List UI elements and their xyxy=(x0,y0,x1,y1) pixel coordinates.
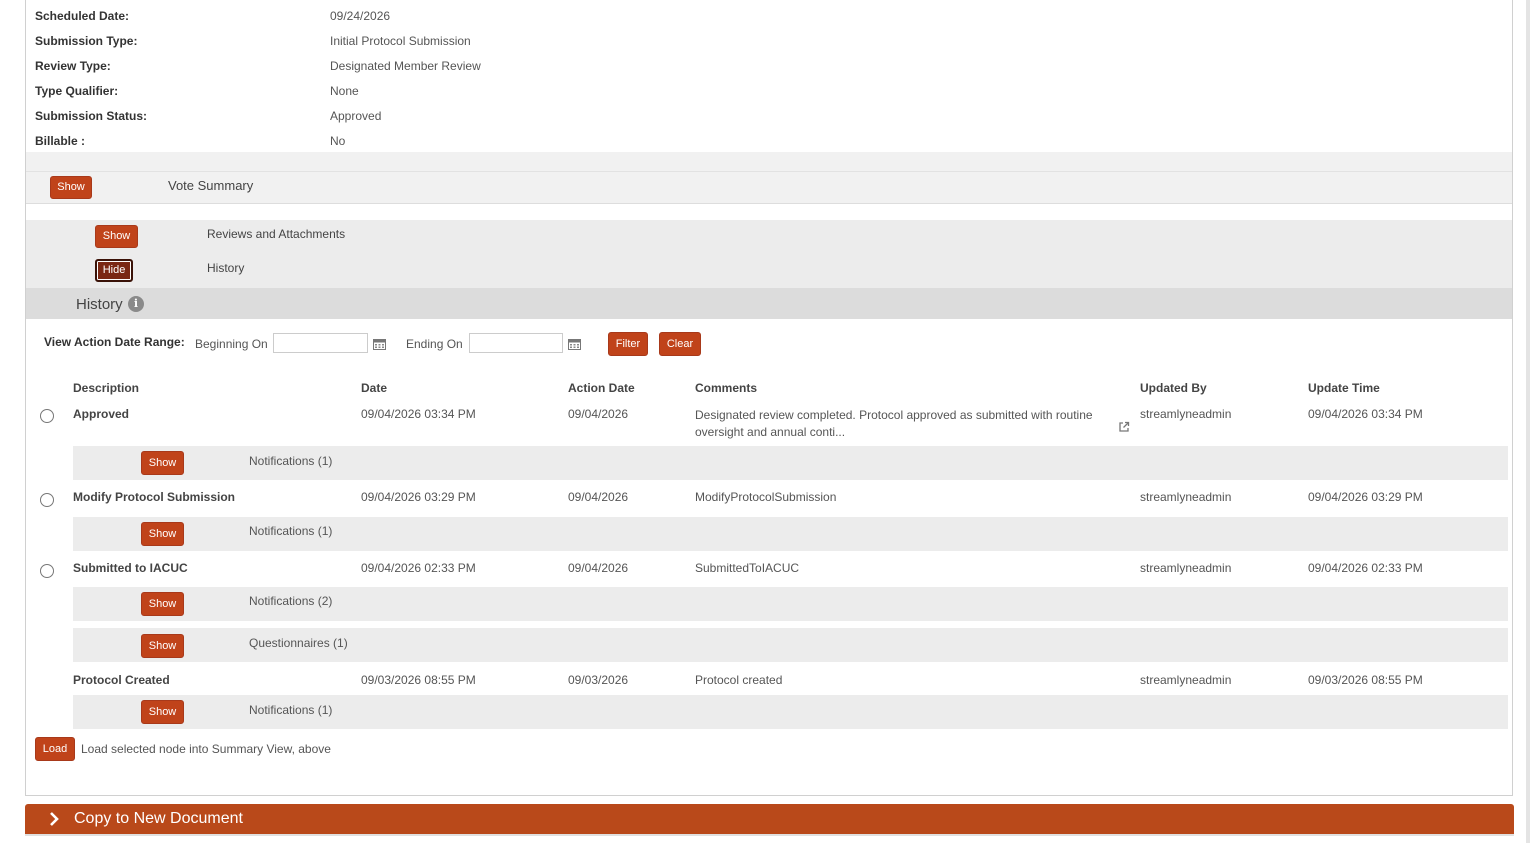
copy-to-new-document-label: Copy to New Document xyxy=(74,810,243,827)
calendar-icon[interactable] xyxy=(568,338,581,350)
type-qualifier-label: Type Qualifier: xyxy=(35,84,119,98)
review-type-value: Designated Member Review xyxy=(330,59,481,73)
row-updated-by: streamlyneadmin xyxy=(1140,407,1232,421)
ending-on-input[interactable] xyxy=(469,333,563,353)
copy-to-new-document-bar[interactable]: Copy to New Document xyxy=(25,804,1514,834)
submission-type-label: Submission Type: xyxy=(35,34,138,48)
scheduled-date-value: 09/24/2026 xyxy=(330,9,391,23)
load-instruction: Load selected node into Summary View, ab… xyxy=(81,742,331,756)
beginning-on-label: Beginning On xyxy=(195,337,268,351)
notifications-show-button[interactable]: Show xyxy=(141,522,184,546)
row-update-time: 09/03/2026 08:55 PM xyxy=(1308,673,1423,687)
external-link-icon[interactable] xyxy=(1118,421,1130,433)
bottom-divider xyxy=(25,834,1514,836)
row-description: Modify Protocol Submission xyxy=(73,490,236,504)
row-updated-by: streamlyneadmin xyxy=(1140,561,1232,575)
row-description: Submitted to IACUC xyxy=(73,561,188,575)
column-header-update-time: Update Time xyxy=(1308,381,1380,395)
history-hide-button[interactable]: Hide xyxy=(95,259,133,282)
row-date: 09/03/2026 08:55 PM xyxy=(361,673,476,687)
scheduled-date-label: Scheduled Date: xyxy=(35,9,130,23)
submission-status-label: Submission Status: xyxy=(35,109,148,123)
notifications-show-button[interactable]: Show xyxy=(141,700,184,724)
load-button[interactable]: Load xyxy=(35,737,75,761)
row-update-time: 09/04/2026 03:29 PM xyxy=(1308,490,1423,504)
row-date: 09/04/2026 03:29 PM xyxy=(361,490,476,504)
chevron-right-icon xyxy=(50,812,59,826)
calendar-icon[interactable] xyxy=(373,338,386,350)
filter-button[interactable]: Filter xyxy=(608,332,648,356)
billable-value: No xyxy=(330,134,346,148)
row-action-date: 09/03/2026 xyxy=(568,673,629,687)
vote-summary-label: Vote Summary xyxy=(168,178,254,193)
row-date: 09/04/2026 02:33 PM xyxy=(361,561,476,575)
row-comments: SubmittedToIACUC xyxy=(695,561,800,575)
row-select-radio[interactable] xyxy=(40,409,54,423)
row-comments: ModifyProtocolSubmission xyxy=(695,490,837,504)
notifications-label: Notifications (1) xyxy=(249,524,333,538)
review-type-label: Review Type: xyxy=(35,59,111,73)
type-qualifier-value: None xyxy=(330,84,359,98)
submission-status-value: Approved xyxy=(330,109,382,123)
info-icon[interactable]: i xyxy=(128,296,144,312)
history-header xyxy=(26,288,1512,319)
clear-button[interactable]: Clear xyxy=(659,332,701,356)
row-updated-by: streamlyneadmin xyxy=(1140,673,1232,687)
row-comments: Protocol created xyxy=(695,673,783,687)
row-select-radio[interactable] xyxy=(40,564,54,578)
row-update-time: 09/04/2026 02:33 PM xyxy=(1308,561,1423,575)
notifications-label: Notifications (2) xyxy=(249,594,333,608)
history-toggle-label: History xyxy=(207,261,245,275)
ending-on-label: Ending On xyxy=(406,337,463,351)
scrollbar-track[interactable] xyxy=(1526,0,1530,843)
column-header-date: Date xyxy=(361,381,388,395)
reviews-show-button[interactable]: Show xyxy=(95,225,138,248)
vote-summary-show-button[interactable]: Show xyxy=(50,176,92,199)
submission-type-value: Initial Protocol Submission xyxy=(330,34,471,48)
column-header-updated-by: Updated By xyxy=(1140,381,1207,395)
notifications-show-button[interactable]: Show xyxy=(141,592,184,616)
row-date: 09/04/2026 03:34 PM xyxy=(361,407,476,421)
row-action-date: 09/04/2026 xyxy=(568,407,629,421)
row-description: Protocol Created xyxy=(73,673,170,687)
questionnaires-label: Questionnaires (1) xyxy=(249,636,348,650)
notifications-label: Notifications (1) xyxy=(249,454,333,468)
row-description: Approved xyxy=(73,407,130,421)
notifications-show-button[interactable]: Show xyxy=(141,451,184,475)
column-header-action-date: Action Date xyxy=(568,381,635,395)
history-title: History xyxy=(76,296,123,313)
column-header-description: Description xyxy=(73,381,140,395)
row-comments: Designated review completed. Protocol ap… xyxy=(695,408,1093,439)
row-action-date: 09/04/2026 xyxy=(568,561,629,575)
notifications-label: Notifications (1) xyxy=(249,703,333,717)
date-range-label: View Action Date Range: xyxy=(44,335,185,349)
beginning-on-input[interactable] xyxy=(273,333,368,353)
reviews-label: Reviews and Attachments xyxy=(207,227,346,241)
column-header-comments: Comments xyxy=(695,381,758,395)
row-update-time: 09/04/2026 03:34 PM xyxy=(1308,407,1423,421)
vote-summary-divider xyxy=(26,171,1512,172)
questionnaires-show-button[interactable]: Show xyxy=(141,634,184,658)
billable-label: Billable : xyxy=(35,134,86,148)
row-action-date: 09/04/2026 xyxy=(568,490,629,504)
row-updated-by: streamlyneadmin xyxy=(1140,490,1232,504)
row-select-radio[interactable] xyxy=(40,493,54,507)
